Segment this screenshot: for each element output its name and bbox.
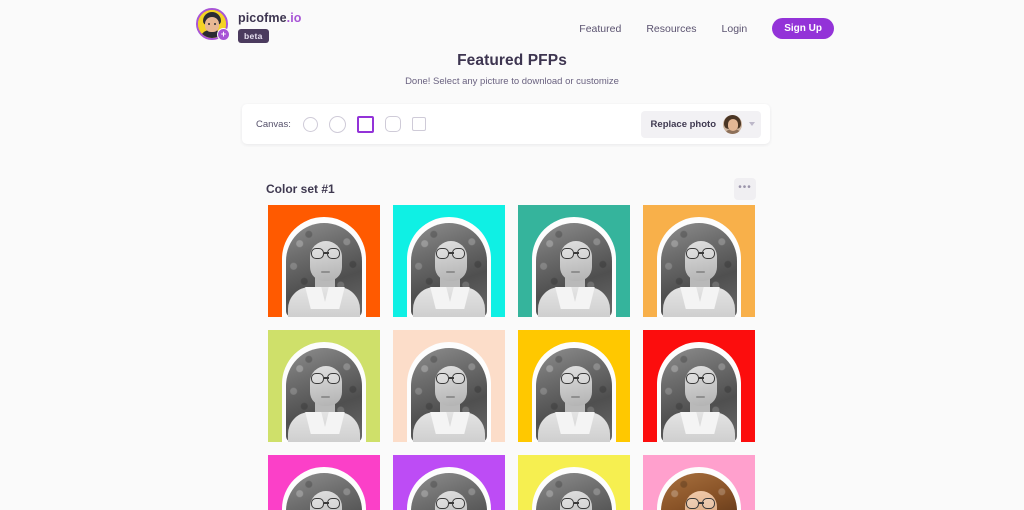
replace-photo-group[interactable]: Replace photo — [640, 110, 761, 138]
portrait-graphic — [393, 213, 505, 317]
portrait-graphic — [268, 338, 380, 442]
canvas-label: Canvas: — [256, 118, 291, 130]
portrait-graphic — [518, 338, 630, 442]
portrait-graphic — [643, 213, 755, 317]
chevron-down-icon[interactable] — [749, 122, 755, 126]
site-header: + picofme.io beta Featured Resources Log… — [0, 0, 1024, 52]
color-set-more-options-button[interactable]: ••• — [734, 178, 756, 200]
portrait-graphic — [643, 338, 755, 442]
portrait-graphic — [518, 213, 630, 317]
canvas-shape-options — [302, 115, 426, 133]
pfp-tile[interactable] — [393, 205, 505, 317]
nav-item-resources[interactable]: Resources — [646, 23, 696, 35]
pfp-tile[interactable] — [643, 205, 755, 317]
replace-photo-label: Replace photo — [650, 118, 716, 130]
brand-logo-group[interactable]: + picofme.io beta — [196, 8, 302, 44]
pfp-tile[interactable] — [393, 330, 505, 442]
nav-item-login[interactable]: Login — [722, 23, 748, 35]
brand-name-tld: .io — [286, 11, 302, 25]
canvas-shape-circle-large-button[interactable] — [328, 115, 346, 133]
pfp-tile[interactable] — [518, 330, 630, 442]
portrait-graphic — [393, 338, 505, 442]
portrait-graphic — [393, 463, 505, 510]
page-title: Featured PFPs — [457, 52, 567, 69]
brand-name-main: picofme — [238, 11, 287, 25]
pfp-tile[interactable] — [518, 205, 630, 317]
pfp-tile[interactable] — [643, 455, 755, 510]
page-title-block: Featured PFPs Done! Select any picture t… — [0, 52, 1024, 87]
pfp-tile[interactable] — [268, 330, 380, 442]
brand-name: picofme.io — [238, 11, 302, 25]
page-subtitle: Done! Select any picture to download or … — [405, 76, 619, 87]
pfp-tile[interactable] — [268, 205, 380, 317]
portrait-graphic — [268, 463, 380, 510]
portrait-graphic — [268, 213, 380, 317]
canvas-shape-square-button[interactable] — [356, 115, 374, 133]
main-navigation: Featured Resources Login Sign Up — [579, 18, 834, 39]
nav-item-featured[interactable]: Featured — [579, 23, 621, 35]
portrait-graphic — [518, 463, 630, 510]
canvas-shape-square-small-button[interactable] — [411, 117, 426, 131]
canvas-toolbar: Canvas: Replace photo — [242, 104, 770, 144]
canvas-shape-rounded-square-button[interactable] — [384, 116, 401, 132]
color-set-title: Color set #1 — [266, 182, 335, 196]
pfp-tile[interactable] — [643, 330, 755, 442]
beta-badge: beta — [238, 29, 269, 43]
pfp-tile[interactable] — [393, 455, 505, 510]
page-root: + picofme.io beta Featured Resources Log… — [0, 0, 1024, 510]
pfp-tile[interactable] — [518, 455, 630, 510]
pfp-grid — [268, 205, 756, 510]
portrait-graphic — [643, 463, 755, 510]
pfp-tile[interactable] — [268, 455, 380, 510]
sign-up-button[interactable]: Sign Up — [772, 18, 834, 39]
canvas-shape-circle-small-button[interactable] — [302, 116, 318, 132]
color-set-header: Color set #1 ••• — [266, 176, 756, 202]
current-photo-avatar[interactable] — [723, 114, 742, 134]
plus-badge-icon: + — [217, 28, 230, 41]
picofme-logo-icon: + — [196, 8, 230, 41]
brand-text-group: picofme.io beta — [238, 8, 302, 44]
